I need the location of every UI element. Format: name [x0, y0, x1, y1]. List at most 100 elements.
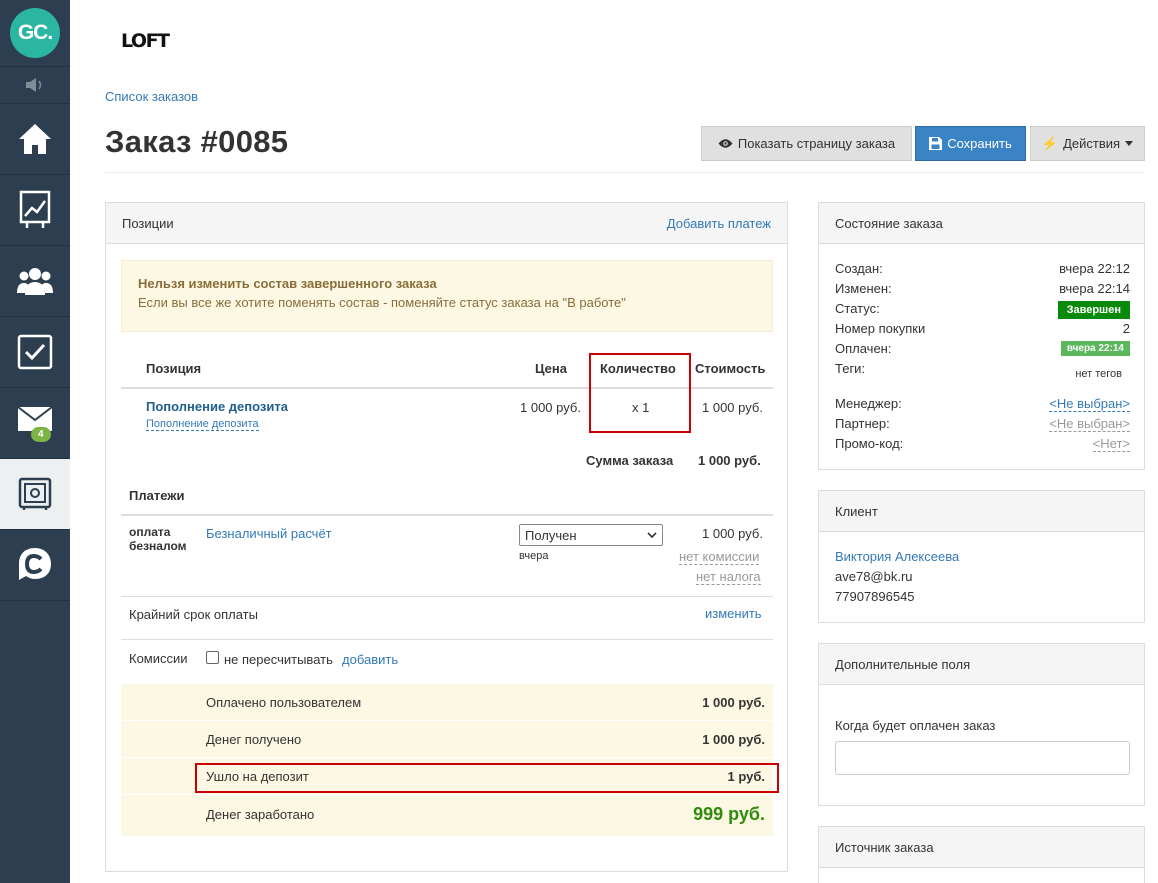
received-value: 1 000 руб. — [702, 732, 765, 747]
item-name-link[interactable]: Пополнение депозита — [146, 399, 288, 414]
promo-row: Промо-код: <Нет> — [835, 436, 1130, 452]
order-state-title: Состояние заказа — [835, 215, 943, 231]
col-position: Позиция — [146, 361, 202, 376]
tasks-icon — [17, 334, 53, 370]
earned-value: 999 руб. — [693, 804, 765, 824]
payments-title: Платежи — [129, 488, 185, 503]
purchase-value: 2 — [1122, 321, 1130, 336]
sidebar-item-home[interactable] — [0, 104, 70, 175]
no-recalc-checkbox[interactable] — [206, 651, 219, 664]
breadcrumb-orders[interactable]: Список заказов — [105, 89, 198, 104]
speaker-icon[interactable] — [0, 67, 70, 104]
account-logo-text: GC. — [10, 8, 60, 58]
changed-label: Изменен: — [835, 281, 892, 296]
positions-panel: Позиции Добавить платеж Нельзя изменить … — [105, 202, 788, 872]
tags-row: Теги: нет тегов — [835, 361, 1130, 380]
order-sum-value: 1 000 руб. — [698, 453, 761, 468]
change-deadline-link[interactable]: изменить — [705, 606, 762, 621]
show-order-page-button[interactable]: Показать страницу заказа — [701, 126, 912, 161]
chart-icon — [19, 190, 51, 228]
order-source-title: Источник заказа — [835, 839, 934, 855]
sidebar-item-tasks[interactable] — [0, 317, 70, 388]
item-cost: 1 000 руб. — [702, 400, 763, 415]
extra-fields-title: Дополнительные поля — [835, 656, 971, 672]
client-header: Клиент — [819, 491, 1144, 532]
lightning-icon: ⚡ — [1041, 135, 1059, 151]
payment-type-link[interactable]: Безналичный расчёт — [206, 526, 332, 541]
chevron-down-icon — [647, 532, 657, 538]
getcourse-icon — [19, 548, 51, 580]
extra-fields-header: Дополнительные поля — [819, 644, 1144, 685]
manager-label: Менеджер: — [835, 396, 902, 411]
summary-row-paid-user: Оплачено пользователем 1 000 руб. — [121, 684, 773, 721]
client-title: Клиент — [835, 503, 878, 519]
item-price: 1 000 руб. — [520, 400, 581, 415]
sidebar-item-getcourse[interactable] — [0, 530, 70, 601]
warning-text: Если вы все же хотите поменять состав - … — [138, 295, 626, 310]
order-source-panel: Источник заказа — [818, 826, 1145, 883]
payment-status-select[interactable]: Получен — [519, 524, 663, 546]
paid-row: Оплачен: вчера 22:14 — [835, 341, 1130, 356]
status-badge: Завершен — [1057, 301, 1130, 319]
created-value: вчера 22:12 — [1059, 261, 1130, 276]
account-logo[interactable]: GC. — [0, 0, 70, 67]
save-button[interactable]: Сохранить — [915, 126, 1026, 161]
deadline-label: Крайний срок оплаты — [129, 607, 258, 622]
paid-badge: вчера 22:14 — [1060, 341, 1130, 356]
paid-label: Оплачен: — [835, 341, 892, 356]
mail-badge: 4 — [31, 427, 51, 442]
header-divider — [105, 172, 1145, 173]
floppy-icon — [929, 137, 943, 150]
positions-title: Позиции — [122, 215, 174, 231]
payment-date: вчера — [519, 550, 549, 562]
promo-select-link[interactable]: <Нет> — [1092, 436, 1130, 452]
item-sub-link[interactable]: Пополнение депозита — [146, 418, 259, 431]
sidebar-item-stats[interactable] — [0, 175, 70, 246]
manager-row: Менеджер: <Не выбран> — [835, 396, 1130, 412]
partner-row: Партнер: <Не выбран> — [835, 416, 1130, 432]
sidebar-item-sales[interactable] — [0, 459, 70, 530]
partner-select-link[interactable]: <Не выбран> — [1049, 416, 1130, 432]
manager-select-link[interactable]: <Не выбран> — [1049, 396, 1130, 412]
created-row: Создан: вчера 22:12 — [835, 261, 1130, 276]
add-payment-link[interactable]: Добавить платеж — [667, 216, 771, 231]
home-icon — [19, 124, 51, 154]
deadline-divider — [121, 596, 773, 597]
created-label: Создан: — [835, 261, 883, 276]
payment-date-field-label: Когда будет оплачен заказ — [835, 718, 996, 733]
caret-down-icon — [1125, 141, 1134, 146]
payments-divider — [121, 514, 773, 516]
no-recalc-label: не пересчитывать — [224, 652, 333, 667]
earned-label: Денег заработано — [206, 807, 315, 822]
actions-label: Действия — [1063, 136, 1121, 151]
save-label: Сохранить — [947, 136, 1012, 151]
safe-icon — [18, 477, 52, 510]
add-commission-link[interactable]: добавить — [342, 652, 398, 667]
client-name-link[interactable]: Виктория Алексеева — [835, 549, 959, 564]
no-tax-link[interactable]: нет налога — [696, 569, 761, 585]
no-commission-link[interactable]: нет комиссии — [679, 549, 760, 565]
brand-logo: LOFT — [121, 30, 170, 52]
order-state-header: Состояние заказа — [819, 203, 1144, 244]
tags-label: Теги: — [835, 361, 866, 376]
eye-icon — [718, 139, 733, 148]
payment-date-field-input[interactable] — [835, 741, 1130, 775]
page-title: Заказ #0085 — [105, 124, 289, 159]
actions-dropdown-button[interactable]: ⚡ Действия — [1030, 126, 1145, 161]
status-label: Статус: — [835, 301, 880, 316]
warning-alert: Нельзя изменить состав завершенного зака… — [121, 260, 773, 332]
tags-value: нет тегов — [1075, 368, 1122, 380]
order-sum-label: Сумма заказа — [586, 453, 674, 468]
summary-row-received: Денег получено 1 000 руб. — [121, 721, 773, 758]
deposit-highlight-box — [195, 763, 779, 793]
warning-title: Нельзя изменить состав завершенного зака… — [138, 276, 437, 291]
positions-panel-header: Позиции Добавить платеж — [106, 203, 787, 244]
users-icon — [17, 268, 53, 295]
commissions-label: Комиссии — [129, 651, 188, 666]
payment-status-value: Получен — [525, 527, 577, 543]
sidebar-item-mail[interactable]: 4 — [0, 388, 70, 459]
purchase-row: Номер покупки 2 — [835, 321, 1130, 336]
changed-row: Изменен: вчера 22:14 — [835, 281, 1130, 296]
show-order-page-label: Показать страницу заказа — [737, 136, 896, 151]
sidebar-item-users[interactable] — [0, 246, 70, 317]
